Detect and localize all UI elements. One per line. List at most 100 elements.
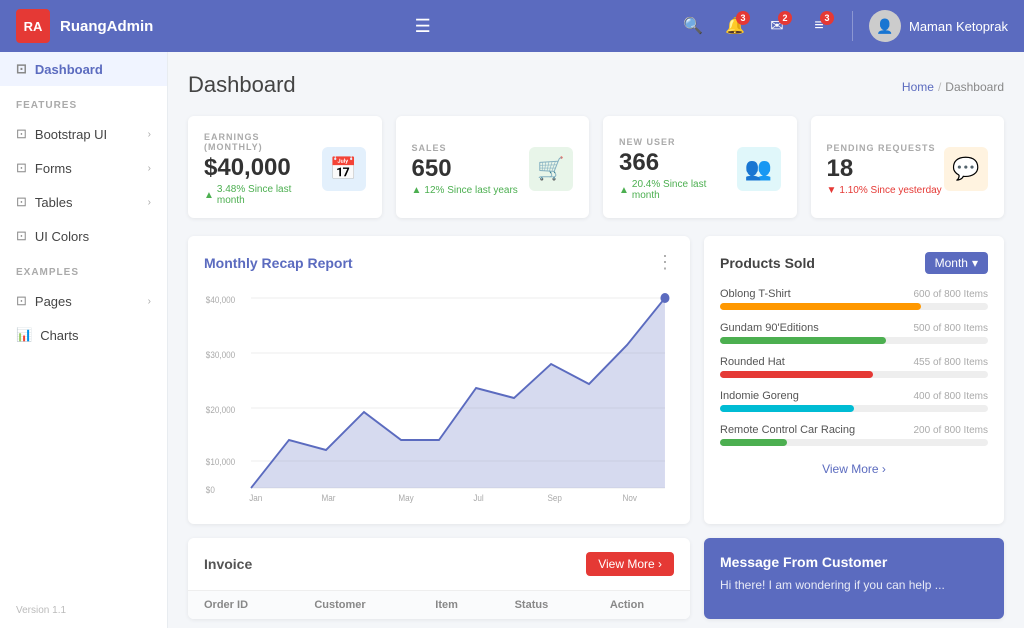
- user-name: Maman Ketoprak: [909, 19, 1008, 34]
- svg-text:Sep: Sep: [547, 493, 562, 503]
- mail-badge: 2: [778, 11, 792, 25]
- bottom-row: Invoice View More › Order ID Customer It…: [188, 538, 1004, 619]
- invoice-table: Order ID Customer Item Status Action: [188, 590, 690, 619]
- bell-btn[interactable]: 🔔 3: [718, 9, 752, 43]
- stat-icon: 🛒: [529, 147, 573, 191]
- middle-row: Monthly Recap Report ⋮ $40,000 $30,000 $…: [188, 236, 1004, 524]
- sidebar-item-label: UI Colors: [35, 229, 89, 244]
- nav-user[interactable]: 👤 Maman Ketoprak: [869, 10, 1008, 42]
- product-item: Oblong T-Shirt 600 of 800 Items: [720, 288, 988, 310]
- sidebar-item-charts[interactable]: 📊 Charts: [0, 318, 167, 352]
- stat-icon: 👥: [737, 147, 781, 191]
- month-button[interactable]: Month ▾: [925, 252, 988, 274]
- chevron-down-icon: ▾: [972, 256, 978, 270]
- progress-bg: [720, 337, 988, 344]
- products-view-more-link[interactable]: View More ›: [822, 462, 886, 476]
- invoice-view-more-button[interactable]: View More ›: [586, 552, 674, 576]
- chart-card: Monthly Recap Report ⋮ $40,000 $30,000 $…: [188, 236, 690, 524]
- stat-change: ▲ 3.48% Since last month: [204, 184, 322, 206]
- progress-bar: [720, 371, 873, 378]
- stat-change: ▲ 12% Since last years: [412, 185, 518, 196]
- svg-text:Mar: Mar: [322, 493, 336, 503]
- product-name: Indomie Goreng: [720, 390, 799, 402]
- search-icon: 🔍: [683, 16, 703, 36]
- product-item: Remote Control Car Racing 200 of 800 Ite…: [720, 424, 988, 446]
- sidebar-version: Version 1.1: [0, 593, 167, 628]
- product-name: Rounded Hat: [720, 356, 785, 368]
- message-title: Message From Customer: [720, 554, 988, 570]
- breadcrumb-separator: /: [938, 80, 941, 94]
- stat-label: EARNINGS (MONTHLY): [204, 132, 322, 152]
- sidebar-item-label: Bootstrap UI: [35, 127, 107, 142]
- svg-text:Jan: Jan: [249, 493, 262, 503]
- product-count: 500 of 800 Items: [914, 323, 989, 334]
- list-btn[interactable]: ≡ 3: [802, 9, 836, 43]
- brand-name: RuangAdmin: [60, 18, 153, 35]
- invoice-title: Invoice: [204, 556, 252, 572]
- breadcrumb-home[interactable]: Home: [902, 80, 934, 94]
- sidebar-item-label: Tables: [35, 195, 73, 210]
- col-order-id: Order ID: [188, 591, 298, 620]
- products-sold-card: Products Sold Month ▾ Oblong T-Shirt 600…: [704, 236, 1004, 524]
- bootstrap-ui-icon: ⊡: [16, 126, 27, 142]
- stat-card-sales: SALES 650 ▲ 12% Since last years 🛒: [396, 116, 590, 218]
- sidebar-item-label: Pages: [35, 294, 72, 309]
- col-action: Action: [594, 591, 690, 620]
- sidebar: ⊡ Dashboard FEATURES ⊡ Bootstrap UI › ⊡ …: [0, 52, 168, 628]
- search-btn[interactable]: 🔍: [676, 9, 710, 43]
- sidebar-item-forms[interactable]: ⊡ Forms ›: [0, 151, 167, 185]
- product-count: 400 of 800 Items: [914, 391, 989, 402]
- col-customer: Customer: [298, 591, 419, 620]
- chart-menu-icon[interactable]: ⋮: [656, 252, 674, 273]
- stat-label: NEW USER: [619, 137, 737, 147]
- arrow-up-icon: ▲: [412, 185, 422, 196]
- stat-value: 18: [827, 155, 942, 183]
- products-title: Products Sold: [720, 255, 815, 271]
- nav-icons: 🔍 🔔 3 ✉ 2 ≡ 3 👤 Maman Ketoprak: [676, 9, 1008, 43]
- progress-bar: [720, 303, 921, 310]
- sidebar-section-examples: EXAMPLES: [0, 253, 167, 284]
- svg-text:$10,000: $10,000: [206, 457, 236, 467]
- sidebar-item-tables[interactable]: ⊡ Tables ›: [0, 185, 167, 219]
- chevron-right-icon: ›: [148, 163, 151, 174]
- sidebar-section-features: FEATURES: [0, 86, 167, 117]
- content-header: Dashboard Home / Dashboard: [188, 72, 1004, 98]
- col-status: Status: [499, 591, 594, 620]
- product-item: Gundam 90'Editions 500 of 800 Items: [720, 322, 988, 344]
- list-badge: 3: [820, 11, 834, 25]
- arrow-up-icon: ▲: [204, 190, 214, 201]
- sidebar-item-ui-colors[interactable]: ⊡ UI Colors: [0, 219, 167, 253]
- tables-icon: ⊡: [16, 194, 27, 210]
- breadcrumb-current: Dashboard: [945, 80, 1004, 94]
- progress-bg: [720, 439, 988, 446]
- sidebar-item-label: Dashboard: [35, 62, 103, 77]
- svg-text:May: May: [398, 493, 414, 503]
- message-from-customer-card: Message From Customer Hi there! I am won…: [704, 538, 1004, 619]
- product-count: 455 of 800 Items: [914, 357, 989, 368]
- chart-title: Monthly Recap Report: [204, 255, 353, 271]
- bell-badge: 3: [736, 11, 750, 25]
- svg-text:$20,000: $20,000: [206, 405, 236, 415]
- sidebar-item-pages[interactable]: ⊡ Pages ›: [0, 284, 167, 318]
- hamburger-icon[interactable]: ☰: [415, 16, 431, 37]
- main-layout: ⊡ Dashboard FEATURES ⊡ Bootstrap UI › ⊡ …: [0, 52, 1024, 628]
- chevron-right-icon: ›: [148, 197, 151, 208]
- stat-label: PENDING REQUESTS: [827, 143, 942, 153]
- svg-text:Nov: Nov: [622, 493, 637, 503]
- progress-bg: [720, 405, 988, 412]
- chevron-right-icon: ›: [148, 129, 151, 140]
- product-name: Oblong T-Shirt: [720, 288, 791, 300]
- col-item: Item: [419, 591, 498, 620]
- stat-icon: 📅: [322, 147, 366, 191]
- product-name: Gundam 90'Editions: [720, 322, 819, 334]
- mail-btn[interactable]: ✉ 2: [760, 9, 794, 43]
- stat-value: 650: [412, 155, 518, 183]
- svg-text:$40,000: $40,000: [206, 295, 236, 305]
- svg-text:Jul: Jul: [473, 493, 483, 503]
- product-name: Remote Control Car Racing: [720, 424, 855, 436]
- sidebar-item-dashboard[interactable]: ⊡ Dashboard: [0, 52, 167, 86]
- progress-bg: [720, 371, 988, 378]
- stat-change: ▼ 1.10% Since yesterday: [827, 185, 942, 196]
- sidebar-item-bootstrap-ui[interactable]: ⊡ Bootstrap UI ›: [0, 117, 167, 151]
- breadcrumb: Home / Dashboard: [902, 80, 1004, 94]
